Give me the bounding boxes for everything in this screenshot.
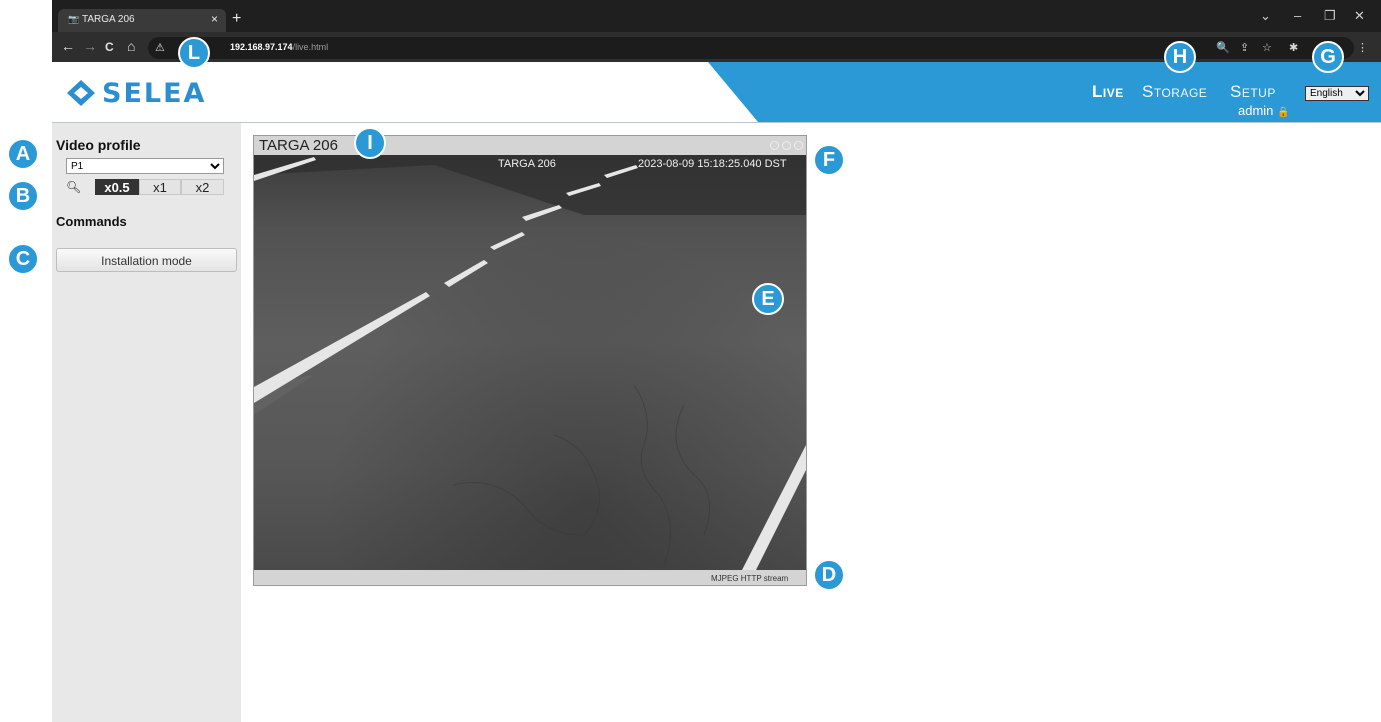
window-dot-1[interactable] xyxy=(770,141,779,150)
nav-live[interactable]: Live xyxy=(1092,82,1124,102)
marker-g: G xyxy=(1312,41,1344,73)
live-video-feed[interactable] xyxy=(254,155,806,570)
zoom-x1-button[interactable]: x1 xyxy=(139,179,181,195)
tab-title: TARGA 206 xyxy=(82,14,135,25)
new-tab-icon[interactable]: + xyxy=(232,10,241,28)
video-timestamp: 2023-08-09 15:18:25.040 DST xyxy=(638,158,787,170)
header-divider xyxy=(52,122,1381,123)
browser-tab[interactable]: 📷 TARGA 206 × xyxy=(58,9,226,32)
extensions-icon[interactable]: ✱ xyxy=(1289,41,1298,54)
marker-c: C xyxy=(7,243,39,275)
window-dot-2[interactable] xyxy=(782,141,791,150)
marker-e: E xyxy=(752,283,784,315)
url-path: /live.html xyxy=(292,42,329,52)
language-select[interactable]: English xyxy=(1305,86,1369,101)
url-text[interactable]: 192.168.97.174/live.html xyxy=(230,42,328,52)
marker-l: L xyxy=(178,37,210,69)
browser-tab-strip xyxy=(52,0,1381,32)
marker-d: D xyxy=(813,559,845,591)
sidebar xyxy=(52,123,241,722)
video-profile-select[interactable]: P1 xyxy=(66,158,224,174)
tab-close-icon[interactable]: × xyxy=(211,12,218,26)
magnifier-icon: 🔍︎ xyxy=(66,180,82,194)
logo-text: SELEA xyxy=(102,78,207,109)
window-close-icon[interactable]: ✕ xyxy=(1354,8,1365,24)
installation-mode-button[interactable]: Installation mode xyxy=(56,248,237,272)
marker-i: I xyxy=(354,127,386,159)
not-secure-icon[interactable]: ⚠ xyxy=(155,41,165,54)
username: admin xyxy=(1238,103,1274,118)
user-info: admin 🔒 xyxy=(1238,103,1290,118)
stream-status: MJPEG HTTP stream xyxy=(711,574,789,583)
video-title: TARGA 206 xyxy=(259,137,338,154)
marker-h: H xyxy=(1164,41,1196,73)
marker-a: A xyxy=(7,138,39,170)
logo-diamond-icon xyxy=(67,80,95,106)
zoom-x0.5-button[interactable]: x0.5 xyxy=(95,179,139,195)
reload-icon[interactable]: C xyxy=(105,40,114,54)
bookmark-star-icon[interactable]: ☆ xyxy=(1262,41,1272,54)
back-icon[interactable]: ← xyxy=(61,38,75,54)
zoom-icon[interactable]: 🔍 xyxy=(1216,41,1230,54)
selea-logo: SELEA xyxy=(64,78,204,110)
camera-favicon-icon: 📷 xyxy=(68,14,80,24)
video-overlay-caption: TARGA 206 xyxy=(498,158,556,170)
marker-b: B xyxy=(7,180,39,212)
marker-f: F xyxy=(813,144,845,176)
tab-search-icon[interactable]: ⌄ xyxy=(1260,8,1271,24)
commands-label: Commands xyxy=(56,214,127,229)
video-profile-label: Video profile xyxy=(56,137,141,153)
forward-icon[interactable]: → xyxy=(83,38,97,54)
lock-icon[interactable]: 🔒 xyxy=(1277,107,1289,118)
window-dot-3[interactable] xyxy=(794,141,803,150)
nav-storage[interactable]: Storage xyxy=(1142,82,1207,102)
browser-menu-icon[interactable]: ⋮ xyxy=(1357,41,1368,54)
minimize-icon[interactable]: – xyxy=(1294,8,1301,23)
url-host: 192.168.97.174 xyxy=(230,42,293,52)
restore-icon[interactable]: ❐ xyxy=(1324,8,1336,24)
road-scene xyxy=(254,155,806,570)
zoom-x2-button[interactable]: x2 xyxy=(181,179,224,195)
share-icon[interactable]: ⇪ xyxy=(1240,41,1249,54)
nav-setup[interactable]: Setup xyxy=(1230,82,1276,102)
home-icon[interactable]: ⌂ xyxy=(127,38,135,54)
